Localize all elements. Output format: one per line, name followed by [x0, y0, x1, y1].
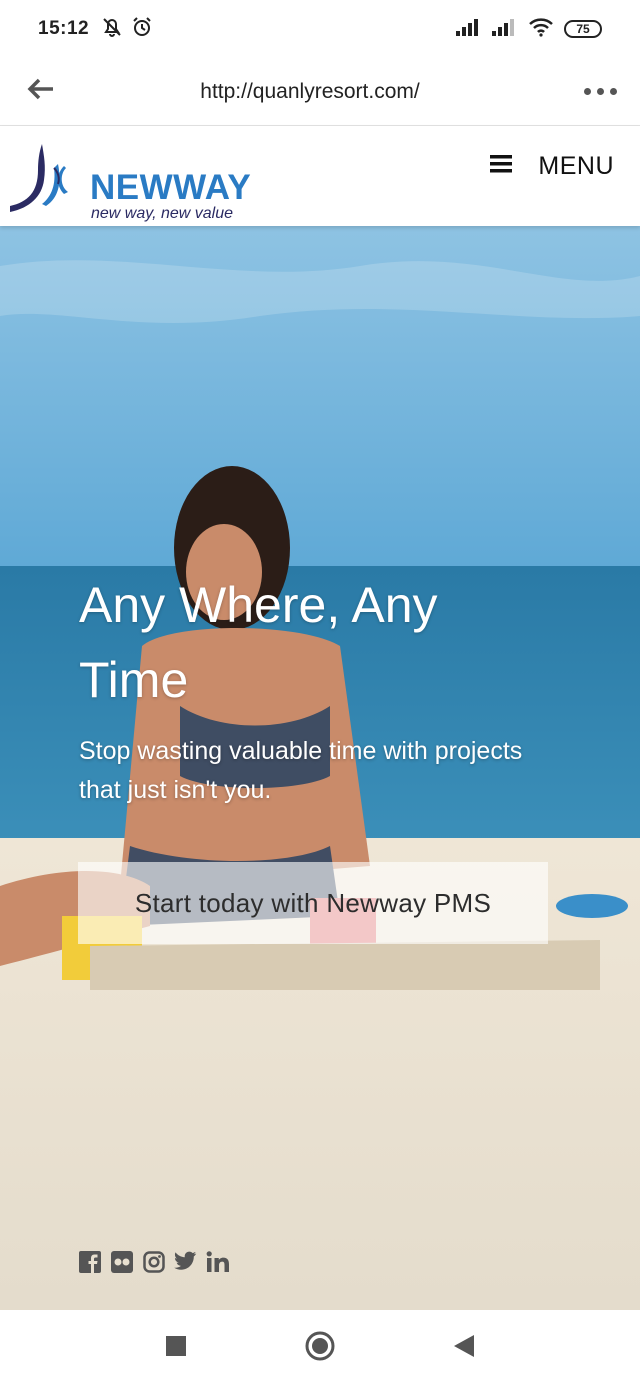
logo-mark-icon — [10, 144, 68, 212]
signal-icon — [492, 18, 518, 41]
brand-tagline: new way, new value — [91, 205, 233, 222]
site-logo[interactable]: NEWWAY new way, new value — [8, 140, 258, 222]
instagram-icon[interactable] — [142, 1250, 166, 1274]
twitter-icon[interactable] — [174, 1250, 198, 1274]
browser-back-button[interactable] — [0, 58, 80, 126]
system-back-button[interactable] — [444, 1328, 484, 1368]
hero-section: Any Where, Any Time Stop wasting valuabl… — [0, 226, 640, 1310]
wifi-icon — [528, 17, 554, 42]
status-right-icons: 75 — [456, 17, 602, 42]
menu-button[interactable]: MENU — [490, 144, 614, 188]
status-bar: 15:12 75 — [0, 0, 640, 58]
system-nav-bar — [0, 1310, 640, 1386]
menu-label: MENU — [538, 151, 614, 180]
browser-toolbar: http://quanlyresort.com/ — [0, 58, 640, 126]
status-left-icons — [101, 16, 153, 43]
home-circle-icon — [304, 1330, 336, 1367]
flickr-icon[interactable] — [110, 1250, 134, 1274]
facebook-icon[interactable] — [78, 1250, 102, 1274]
more-dots-icon — [583, 88, 591, 95]
signal-icon — [456, 18, 482, 41]
hero-title: Any Where, Any Time — [79, 577, 438, 708]
linkedin-icon[interactable] — [206, 1250, 230, 1274]
home-button[interactable] — [300, 1328, 340, 1368]
mute-bell-icon — [101, 16, 123, 43]
recents-square-icon — [166, 1335, 186, 1361]
start-today-button[interactable]: Start today with Newway PMS — [78, 862, 548, 944]
browser-more-button[interactable] — [560, 58, 640, 126]
hamburger-icon — [490, 154, 513, 178]
back-arrow-icon — [26, 78, 54, 105]
battery-icon: 75 — [564, 20, 602, 38]
alarm-icon — [131, 16, 153, 43]
social-links — [78, 1250, 230, 1274]
site-header: NEWWAY new way, new value MENU — [0, 126, 640, 226]
url-bar[interactable]: http://quanlyresort.com/ — [80, 80, 560, 104]
status-time: 15:12 — [38, 18, 90, 39]
hero-subtitle: Stop wasting valuable time with projects… — [79, 737, 523, 804]
recents-button[interactable] — [156, 1328, 196, 1368]
brand-name: NEWWAY — [90, 168, 252, 207]
back-triangle-icon — [454, 1334, 474, 1362]
